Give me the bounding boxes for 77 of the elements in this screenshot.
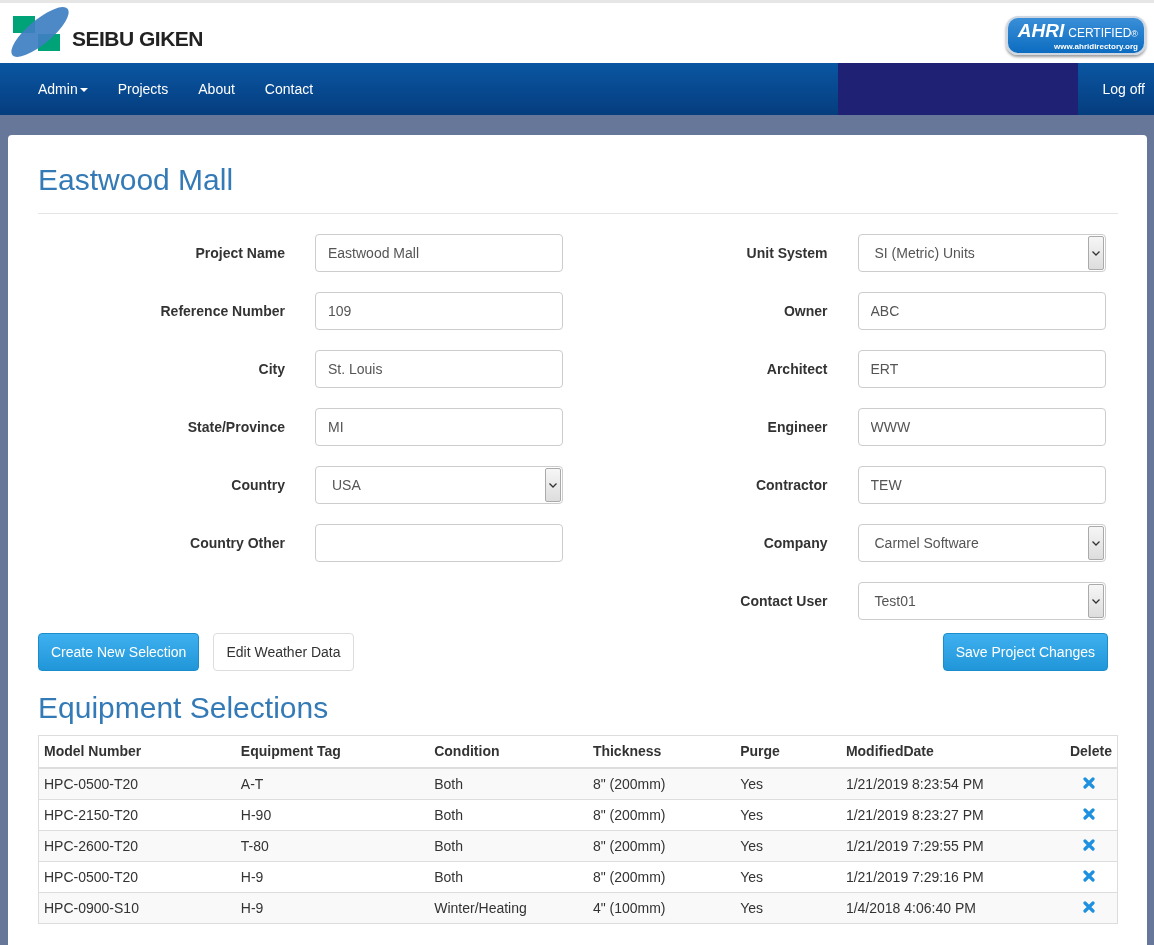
caret-icon <box>1091 540 1100 546</box>
table-cell: A-T <box>235 768 430 800</box>
table-cell: Both <box>429 799 588 831</box>
field-label: Reference Number <box>159 303 286 319</box>
table-cell: 1/21/2019 7:29:16 PM <box>840 861 1065 893</box>
nav-link[interactable]: Projects <box>102 81 184 97</box>
table-cell: Winter/Heating <box>429 892 588 924</box>
table-cell: Yes <box>735 799 841 831</box>
caret-icon <box>1091 250 1100 256</box>
field-label: Architect <box>765 361 829 377</box>
field-label: Country Other <box>189 535 286 551</box>
table-cell: 1/21/2019 7:29:55 PM <box>840 830 1065 862</box>
field-label: City <box>257 361 286 377</box>
table-cell: Yes <box>735 830 841 862</box>
table-cell: 1/21/2019 8:23:54 PM <box>840 768 1065 800</box>
table-cell: HPC-0900-S10 <box>38 892 236 924</box>
page-title: Eastwood Mall <box>38 163 1118 214</box>
field-label: Contact User <box>739 593 829 609</box>
delete-icon[interactable] <box>1082 808 1095 820</box>
table-cell: Yes <box>735 892 841 924</box>
table-cell: HPC-0500-T20 <box>38 861 236 893</box>
text-field[interactable]: St. Louis <box>315 350 563 388</box>
nav-link[interactable]: About <box>183 81 250 97</box>
table-cell: H-9 <box>235 892 430 924</box>
select-field[interactable]: Test01 <box>857 582 1106 620</box>
field-label: Company <box>762 535 829 551</box>
text-field[interactable]: WWW <box>857 408 1106 446</box>
table-cell: HPC-2150-T20 <box>38 799 236 831</box>
table-cell: Yes <box>735 861 841 893</box>
text-field[interactable]: Eastwood Mall <box>315 234 563 272</box>
delete-icon[interactable] <box>1082 870 1095 882</box>
select-field[interactable]: Carmel Software <box>857 524 1106 562</box>
text-field[interactable]: TEW <box>857 466 1106 504</box>
table-cell: 1/21/2019 8:23:27 PM <box>840 799 1065 831</box>
text-field[interactable]: MI <box>315 408 563 446</box>
field-label: State/Province <box>186 419 286 435</box>
section-title: Equipment Selections <box>38 691 330 725</box>
caret-icon <box>549 482 557 488</box>
text-field[interactable] <box>315 524 563 562</box>
table-cell: T-80 <box>235 830 430 862</box>
field-label: Country <box>230 477 286 493</box>
table-cell: 8" (200mm) <box>587 861 736 893</box>
select-field[interactable]: USA <box>315 466 563 504</box>
delete-icon[interactable] <box>1082 777 1095 789</box>
table-cell: 8" (200mm) <box>587 799 736 831</box>
table-cell: Yes <box>735 768 841 800</box>
caret-icon <box>1091 598 1100 604</box>
table-cell: HPC-2600-T20 <box>38 830 236 862</box>
table-cell: Both <box>429 768 588 800</box>
delete-icon[interactable] <box>1082 839 1095 851</box>
text-field[interactable]: ERT <box>857 350 1106 388</box>
table-cell: 8" (200mm) <box>587 830 736 862</box>
table-cell: HPC-0500-T20 <box>38 768 236 800</box>
logo-text: SEIBU GIKEN <box>72 27 204 51</box>
field-label: Engineer <box>766 419 829 435</box>
logo-icon <box>8 7 70 59</box>
field-label: Owner <box>782 303 829 319</box>
logoff-link[interactable]: Log off <box>1078 81 1154 97</box>
text-field[interactable]: ABC <box>857 292 1106 330</box>
text-field[interactable]: 109 <box>315 292 563 330</box>
table-cell: 4" (100mm) <box>587 892 736 924</box>
field-label: Project Name <box>194 245 286 261</box>
table-cell: H-90 <box>235 799 430 831</box>
certification-badge: AHRI CERTIFIED® www.ahridirectory.org <box>1006 15 1146 55</box>
table-cell: 1/4/2018 4:06:40 PM <box>840 892 1065 924</box>
table-cell: Both <box>429 861 588 893</box>
table-cell: Both <box>429 830 588 862</box>
field-label: Contractor <box>754 477 829 493</box>
nav-link[interactable]: Contact <box>249 81 329 97</box>
table-cell: H-9 <box>235 861 430 893</box>
select-field[interactable]: SI (Metric) Units <box>857 234 1106 272</box>
field-label: Unit System <box>745 245 829 261</box>
caret-icon <box>79 88 88 92</box>
table-cell: 8" (200mm) <box>587 768 736 800</box>
nav-link[interactable]: Admin <box>23 81 103 97</box>
edit-weather-button[interactable]: Edit Weather Data <box>213 633 354 671</box>
delete-icon[interactable] <box>1082 901 1095 913</box>
